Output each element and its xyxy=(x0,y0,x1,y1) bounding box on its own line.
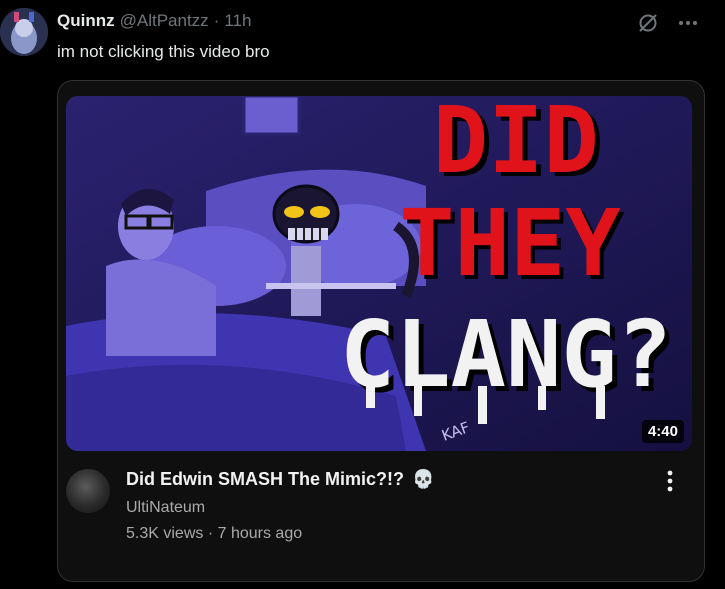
display-name[interactable]: Quinnz xyxy=(57,11,115,31)
more-vertical-icon[interactable] xyxy=(658,469,682,493)
post-time[interactable]: 11h xyxy=(224,11,251,31)
channel-avatar[interactable] xyxy=(66,469,110,513)
user-avatar[interactable] xyxy=(0,8,48,56)
more-horizontal-icon[interactable] xyxy=(677,12,699,34)
skull-icon: 💀 xyxy=(412,469,435,489)
grok-icon[interactable] xyxy=(637,12,659,34)
stats-separator: · xyxy=(207,525,214,542)
thumb-text-clang-fill: CLANG? xyxy=(340,301,672,408)
post-actions xyxy=(637,12,699,34)
video-title[interactable]: Did Edwin SMASH The Mimic?!? 💀 xyxy=(126,469,434,490)
post: Quinnz @AltPantzz · 11h im not clicking … xyxy=(0,0,725,589)
channel-name[interactable]: UltiNateum xyxy=(126,499,205,517)
video-title-text: Did Edwin SMASH The Mimic?!? xyxy=(126,469,404,489)
post-header: Quinnz @AltPantzz · 11h xyxy=(57,11,251,31)
video-duration: 4:40 xyxy=(641,420,684,443)
thumb-text-did-fill: DID xyxy=(433,96,599,194)
view-count: 5.3K views xyxy=(126,525,204,542)
video-meta: Did Edwin SMASH The Mimic?!? 💀 UltiNateu… xyxy=(66,465,692,575)
thumb-text-they-fill: THEY xyxy=(399,190,621,297)
video-card[interactable]: DID DID THEY THEY CLANG? CLANG? KAF 4:40… xyxy=(57,80,705,582)
post-text: im not clicking this video bro xyxy=(57,42,270,61)
user-handle[interactable]: @AltPantzz xyxy=(120,11,209,31)
header-separator: · xyxy=(213,11,220,30)
upload-age: 7 hours ago xyxy=(217,525,303,542)
video-thumbnail[interactable]: DID DID THEY THEY CLANG? CLANG? KAF 4:40 xyxy=(66,96,692,451)
video-stats: 5.3K views · 7 hours ago xyxy=(126,525,302,543)
